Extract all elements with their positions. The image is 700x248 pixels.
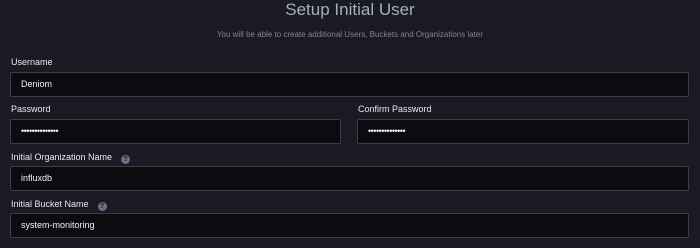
org-name-label: Initial Organization Name	[11, 152, 113, 162]
username-label: Username	[11, 57, 53, 67]
org-name-label-row: Initial Organization Name?	[11, 151, 131, 164]
bucket-name-input[interactable]: system-monitoring	[10, 213, 689, 238]
password-label: Password	[11, 104, 51, 114]
bucket-name-label-row: Initial Bucket Name?	[11, 198, 107, 211]
question-circle-icon[interactable]: ?	[121, 155, 131, 164]
page-subtitle: You will be able to create additional Us…	[216, 30, 484, 39]
question-circle-icon[interactable]: ?	[97, 202, 107, 211]
page-title: Setup Initial User	[285, 0, 415, 19]
confirm-password-input[interactable]: ••••••••••••••	[357, 119, 689, 144]
bucket-name-label: Initial Bucket Name	[11, 199, 89, 209]
username-input[interactable]: Deniom	[10, 72, 689, 97]
confirm-password-label: Confirm Password	[358, 104, 432, 114]
org-name-input[interactable]: influxdb	[10, 166, 689, 191]
setup-initial-user-page: Setup Initial User You will be able to c…	[0, 0, 700, 248]
password-input[interactable]: ••••••••••••••	[10, 119, 341, 144]
